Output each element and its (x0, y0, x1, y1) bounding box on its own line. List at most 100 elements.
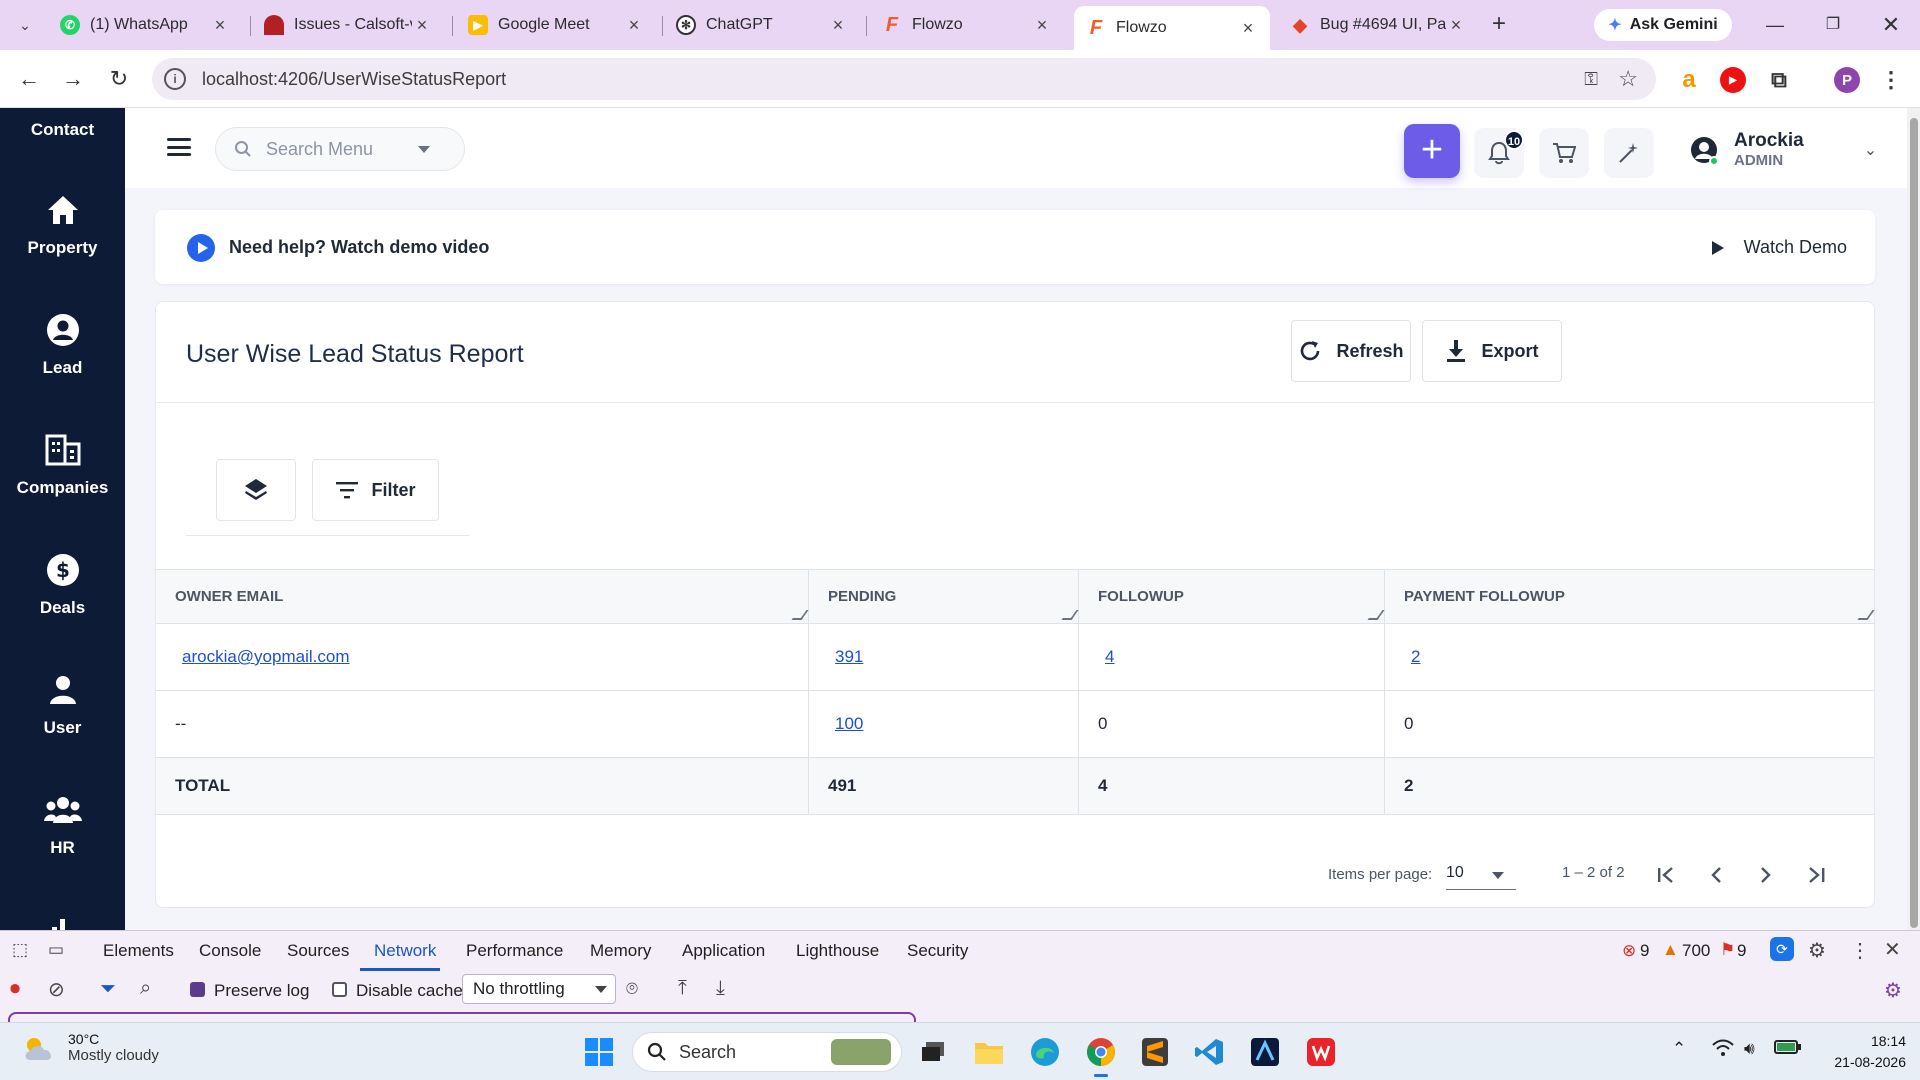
close-tab-icon[interactable]: × (624, 15, 644, 36)
forward-arrow-icon[interactable]: → (58, 64, 88, 94)
browser-tab-chatgpt[interactable]: ✻ ChatGPT × (664, 8, 860, 42)
record-stop-icon[interactable]: ⏺ (10, 978, 20, 1001)
ai-sparkle-button[interactable] (1604, 128, 1654, 178)
error-icon[interactable]: ⊗ (1622, 941, 1636, 961)
close-tab-icon[interactable]: × (1032, 15, 1052, 36)
taskbar-clock[interactable]: 18:14 21-08-2026 (1818, 1031, 1906, 1073)
browser-tab-google-meet[interactable]: ▶ Google Meet × (456, 8, 656, 42)
password-key-icon[interactable]: ⚿ (1584, 69, 1598, 90)
task-view-icon[interactable] (914, 1033, 952, 1071)
youtube-icon[interactable]: ▶ (1720, 67, 1746, 93)
cart-button[interactable] (1539, 128, 1589, 178)
column-header-followup[interactable]: FOLLOWUP (1079, 570, 1385, 623)
reload-icon[interactable]: ↻ (104, 64, 134, 94)
last-page-icon[interactable] (1801, 860, 1831, 890)
browser-tab-issues[interactable]: Issues - Calsoft-v × (252, 8, 444, 42)
warning-count[interactable]: 700 (1682, 941, 1710, 961)
start-windows-icon[interactable] (580, 1033, 618, 1071)
export-har-icon[interactable]: ⤓ (716, 977, 725, 1000)
file-explorer-icon[interactable] (970, 1033, 1008, 1071)
sidebar-item-property[interactable]: Property (0, 192, 125, 258)
minimize-icon[interactable]: — (1752, 10, 1798, 40)
device-toolbar-icon[interactable]: ▭ (48, 940, 64, 960)
close-tab-icon[interactable]: × (1446, 15, 1466, 36)
next-page-icon[interactable] (1751, 860, 1781, 890)
ask-gemini-button[interactable]: ✦ Ask Gemini (1594, 9, 1732, 41)
close-devtools-icon[interactable]: ✕ (1884, 937, 1901, 962)
sidebar-item-reports[interactable] (0, 912, 125, 930)
close-tab-icon[interactable]: × (1238, 18, 1258, 39)
column-header-owner-email[interactable]: OWNER EMAIL (156, 570, 809, 623)
settings-gear-icon[interactable]: ⚙ (1808, 938, 1826, 963)
tab-search-chevron-icon[interactable]: ⌄ (14, 14, 36, 36)
import-har-icon[interactable]: ⤒ (678, 977, 687, 1000)
battery-charging-icon[interactable] (1774, 1039, 1802, 1060)
devtools-tab-sources[interactable]: Sources (287, 941, 349, 961)
sidebar-item-contact[interactable]: Contact (0, 120, 125, 140)
inspect-element-icon[interactable]: ⬚ (12, 940, 28, 960)
error-count[interactable]: 9 (1640, 941, 1649, 961)
preserve-log-checkbox[interactable] (190, 982, 205, 997)
hamburger-menu-icon[interactable] (167, 138, 191, 156)
column-header-pending[interactable]: PENDING (809, 570, 1079, 623)
column-header-payment-followup[interactable]: PAYMENT FOLLOWUP (1385, 570, 1874, 623)
search-menu-input[interactable]: Search Menu (215, 127, 465, 171)
previous-page-icon[interactable] (1701, 860, 1731, 890)
devtools-tab-console[interactable]: Console (199, 941, 261, 961)
weather-widget[interactable]: 30°C Mostly cloudy (22, 1031, 159, 1064)
sublime-text-icon[interactable] (1136, 1033, 1174, 1071)
devtools-tab-performance[interactable]: Performance (466, 941, 563, 961)
items-per-page-select[interactable]: 10 (1446, 864, 1516, 890)
refresh-button[interactable]: Refresh (1291, 320, 1411, 382)
sidebar-item-lead[interactable]: Lead (0, 312, 125, 378)
dev-app-icon[interactable] (1246, 1033, 1284, 1071)
devtools-tab-application[interactable]: Application (682, 941, 765, 961)
site-info-icon[interactable]: i (164, 68, 186, 90)
taskbar-search-box[interactable]: Search (632, 1032, 902, 1072)
devtools-tab-network[interactable]: Network (374, 941, 436, 961)
payment-followup-count-link[interactable]: 2 (1404, 647, 1420, 667)
devtools-tab-security[interactable]: Security (907, 941, 968, 961)
search-dropdown-caret-icon[interactable] (418, 146, 430, 153)
user-menu[interactable]: Arockia ADMIN ⌄ (1690, 126, 1877, 174)
add-new-button[interactable]: + (1404, 124, 1460, 178)
close-tab-icon[interactable]: × (412, 15, 432, 36)
layers-button[interactable] (216, 459, 296, 521)
volume-icon[interactable]: 🔊︎ (1744, 1039, 1755, 1059)
pending-count-link[interactable]: 100 (828, 714, 863, 734)
devtools-tab-lighthouse[interactable]: Lighthouse (796, 941, 879, 961)
clear-icon[interactable]: ⊘ (48, 977, 65, 1002)
sidebar-item-deals[interactable]: $ Deals (0, 552, 125, 618)
throttling-select[interactable]: No throttling (462, 974, 616, 1004)
window-close-icon[interactable]: ✕ (1868, 10, 1914, 40)
notifications-button[interactable]: 10 (1474, 128, 1524, 178)
edge-browser-icon[interactable] (1026, 1033, 1064, 1071)
watch-demo-button[interactable]: Watch Demo (1711, 237, 1847, 258)
address-bar[interactable]: i localhost:4206/UserWiseStatusReport ⚿ … (152, 58, 1656, 100)
puzzle-icon[interactable]: ⧉ (1766, 67, 1792, 93)
issues-flag-icon[interactable]: ⚑ (1720, 940, 1735, 960)
amazon-icon[interactable]: a (1676, 66, 1702, 93)
bookmark-star-icon[interactable]: ☆ (1618, 66, 1638, 92)
ai-assistance-icon[interactable]: ⟳ (1770, 937, 1794, 961)
wps-office-icon[interactable] (1302, 1033, 1340, 1071)
restore-icon[interactable]: ❐ (1810, 10, 1856, 40)
url-text[interactable]: localhost:4206/UserWiseStatusReport (202, 69, 506, 90)
network-conditions-icon[interactable]: ⌾ (626, 978, 638, 1001)
browser-tab-flowzo-active[interactable]: F Flowzo × (1074, 6, 1270, 50)
close-tab-icon[interactable]: × (828, 15, 848, 36)
disable-cache-checkbox[interactable] (332, 982, 347, 997)
browser-tab-whatsapp[interactable]: ✆ (1) WhatsApp × (48, 8, 242, 42)
warning-icon[interactable]: ▲ (1662, 940, 1679, 960)
first-page-icon[interactable] (1651, 860, 1681, 890)
issues-count[interactable]: 9 (1737, 941, 1746, 961)
export-button[interactable]: Export (1422, 320, 1562, 382)
chevron-down-icon[interactable]: ⌄ (1864, 140, 1877, 160)
browser-tab-flowzo[interactable]: F Flowzo × (870, 8, 1064, 42)
pending-count-link[interactable]: 391 (828, 647, 863, 667)
followup-count-link[interactable]: 4 (1098, 647, 1114, 667)
new-tab-plus-icon[interactable]: + (1486, 12, 1512, 38)
network-settings-gear-icon[interactable]: ⚙ (1884, 978, 1902, 1003)
devtools-tab-memory[interactable]: Memory (590, 941, 651, 961)
filter-button[interactable]: Filter (312, 459, 439, 521)
